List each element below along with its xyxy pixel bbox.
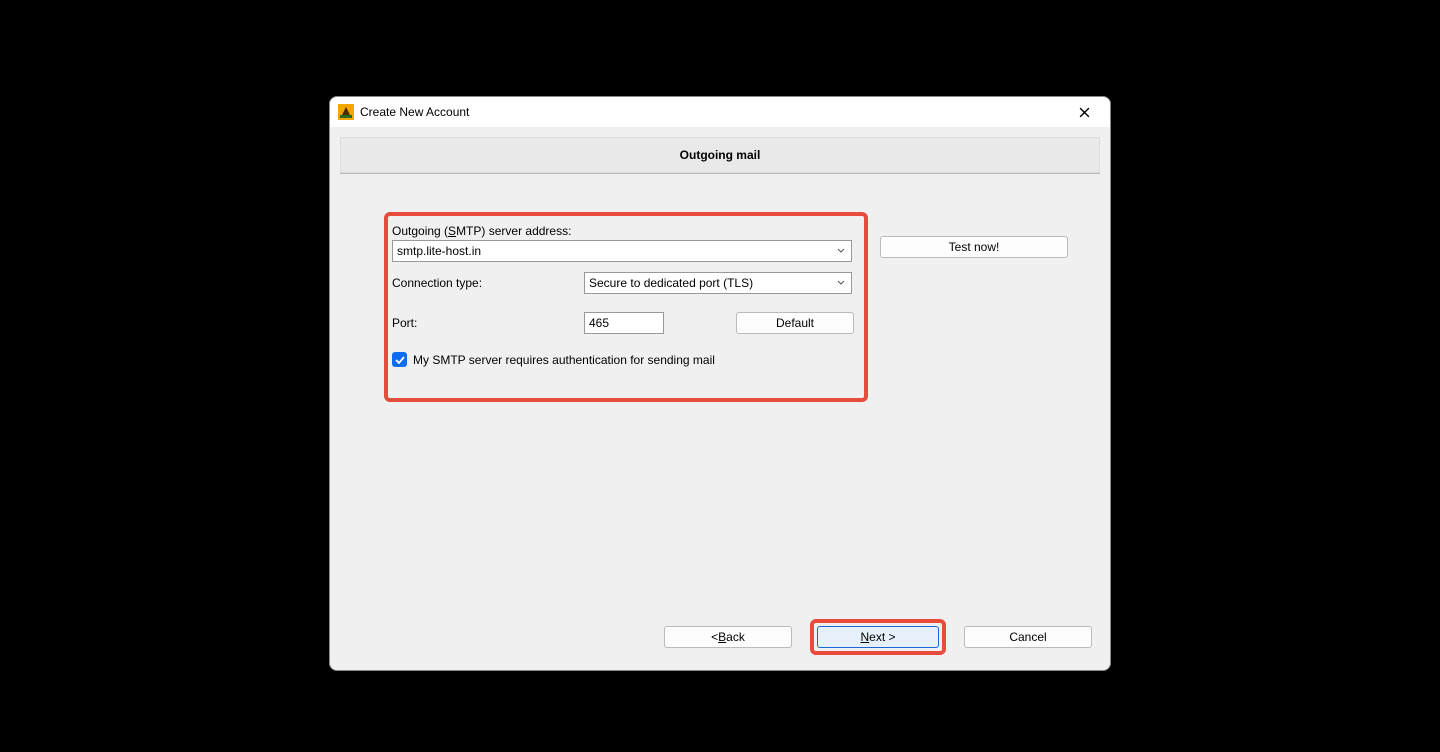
default-port-button[interactable]: Default [736, 312, 854, 334]
auth-required-checkbox[interactable] [392, 352, 407, 367]
close-icon [1079, 107, 1090, 118]
port-input[interactable] [584, 312, 664, 334]
back-button[interactable]: < Back [664, 626, 792, 648]
section-header: Outgoing mail [340, 137, 1100, 173]
window-title: Create New Account [360, 105, 469, 119]
dialog-footer: < Back Next > Cancel [340, 614, 1100, 660]
annotation-highlight-next: Next > [810, 619, 946, 655]
checkmark-icon [395, 356, 405, 364]
cancel-button[interactable]: Cancel [964, 626, 1092, 648]
connection-type-label: Connection type: [392, 276, 584, 290]
close-button[interactable] [1066, 98, 1102, 126]
connection-type-select[interactable]: Secure to dedicated port (TLS) [584, 272, 852, 294]
chevron-down-icon [835, 280, 847, 286]
app-icon [338, 104, 354, 120]
dialog-content: Outgoing mail Outgoing (SMTP) server add… [330, 127, 1110, 670]
section-title: Outgoing mail [680, 148, 761, 162]
smtp-server-input[interactable]: smtp.lite-host.in [392, 240, 852, 262]
test-now-button[interactable]: Test now! [880, 236, 1068, 258]
titlebar: Create New Account [330, 97, 1110, 127]
chevron-down-icon [835, 248, 847, 254]
smtp-server-label: Outgoing (SMTP) server address: [392, 224, 862, 238]
smtp-server-value: smtp.lite-host.in [397, 244, 481, 258]
port-label: Port: [392, 316, 584, 330]
form-body: Outgoing (SMTP) server address: smtp.lit… [340, 174, 1100, 614]
connection-type-value: Secure to dedicated port (TLS) [589, 276, 753, 290]
next-button[interactable]: Next > [817, 626, 939, 648]
dialog-window: Create New Account Outgoing mail Outgoin… [329, 96, 1111, 671]
auth-required-label: My SMTP server requires authentication f… [413, 353, 715, 367]
